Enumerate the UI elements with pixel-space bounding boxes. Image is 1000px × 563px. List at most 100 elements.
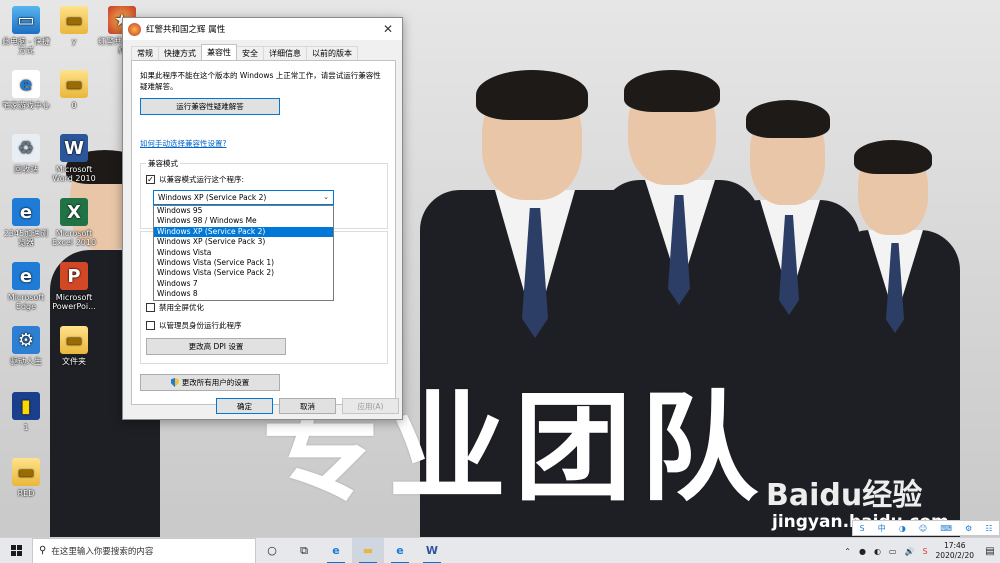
taskbar: ⚲ 在这里输入你要搜索的内容 ○ ⧉ e ▬ e W ⌃ ● ◐ ▭ 🔊 S 1… [0,537,1000,563]
input-method-icon[interactable]: S [922,547,927,556]
start-button[interactable] [0,538,32,563]
settings-icon[interactable]: ⚙ [965,524,972,533]
compat-option-vista-sp1[interactable]: Windows Vista (Service Pack 1) [154,258,333,268]
taskbar-app-file-explorer[interactable]: ▬ [352,537,384,563]
desktop-icon-folder-y[interactable]: ▬ y [49,6,99,46]
compat-option-xp-sp2[interactable]: Windows XP (Service Pack 2) [154,226,333,238]
disable-fullscreen-label: 禁用全屏优化 [159,303,204,312]
compat-option-vista[interactable]: Windows Vista [154,248,333,258]
desktop-icon-label: 驱动人生 [10,357,42,366]
browser-icon: e [12,198,40,226]
run-as-admin-checkbox[interactable]: 以管理员身份运行此程序 [146,320,242,331]
desktop-icon-label: y [71,37,77,46]
desktop-icon-label: 此电脑 - 快捷方式 [2,37,50,55]
clock[interactable]: 17:46 2020/2/20 [936,541,974,561]
input-method-toolbar: S 中 ◑ ☺ ⌨ ⚙ ☷ [852,520,1000,536]
task-view-icon[interactable]: ⧉ [288,538,320,563]
desktop-icon-this-pc[interactable]: ▭ 此电脑 - 快捷方式 [1,6,51,55]
change-all-users-label: 更改所有用户的设置 [181,378,250,387]
desktop-icon-red[interactable]: ▬ RED [1,458,51,498]
change-dpi-button[interactable]: 更改高 DPI 设置 [146,338,286,355]
desktop-icon-label: Microsoft Excel 2010 [51,229,97,247]
cortana-icon[interactable]: ○ [256,538,288,563]
tab-shortcut[interactable]: 快捷方式 [158,46,202,60]
compat-mode-select[interactable]: Windows XP (Service Pack 2) ⌄ [153,190,334,205]
taskbar-app-edge[interactable]: e [320,538,352,563]
desktop-icon-label: Microsoft Edge [7,293,45,311]
compat-mode-checkbox[interactable]: ✓ 以兼容模式运行这个程序: [146,174,244,185]
windows-logo-icon [10,545,22,556]
compat-option-win95[interactable]: Windows 95 [154,206,333,216]
desktop-icon-recycle-bin[interactable]: ♻ 回收站 [1,134,51,174]
desktop-icon-powerpoint[interactable]: P Microsoft PowerPoi... [49,262,99,311]
menu-icon[interactable]: ☷ [985,524,992,533]
uac-shield-icon [170,378,179,387]
apply-button[interactable]: 应用(A) [342,398,399,414]
gear-icon: ⚙ [12,326,40,354]
sync-icon[interactable]: ◐ [874,547,881,556]
chevron-down-icon: ⌄ [323,193,329,201]
desktop-icon-word[interactable]: W Microsoft Word 2010 [49,134,99,183]
close-button[interactable]: ✕ [374,18,402,40]
tab-general[interactable]: 常规 [131,46,159,60]
compat-option-win7[interactable]: Windows 7 [154,279,333,289]
compat-mode-selected: Windows XP (Service Pack 2) [158,193,267,202]
tab-previous-versions[interactable]: 以前的版本 [306,46,358,60]
ime-icon[interactable]: S [860,524,865,533]
dialog-titlebar[interactable]: 红警共和国之辉 属性 ✕ [123,18,402,40]
recycle-bin-icon: ♻ [12,134,40,162]
desktop-icon-folder[interactable]: ▬ 文件夹 [49,326,99,366]
qq-icon[interactable]: ● [859,547,866,556]
cancel-button[interactable]: 取消 [279,398,336,414]
desktop-icon-driver-life[interactable]: ⚙ 驱动人生 [1,326,51,366]
compatibility-panel: 如果此程序不能在这个版本的 Windows 上正常工作，请尝试运行兼容性疑难解答… [131,60,396,405]
desktop-icon-book-1[interactable]: ▮ 1 [1,392,51,432]
compat-option-win98-me[interactable]: Windows 98 / Windows Me [154,216,333,226]
compat-mode-label: 兼容模式 [146,158,180,169]
manual-settings-link[interactable]: 如何手动选择兼容性设置? [140,138,226,149]
desktop-icon-label: 0 [71,101,77,110]
clock-date: 2020/2/20 [935,551,974,560]
compat-option-vista-sp2[interactable]: Windows Vista (Service Pack 2) [154,268,333,278]
computer-icon: ▭ [12,6,40,34]
desktop-icon-game-center[interactable]: e 宅家游戏中心 [1,70,51,110]
taskbar-app-word[interactable]: W [416,538,448,563]
desktop-icon-label: 回收站 [14,165,38,174]
keyboard-icon[interactable]: ⌨ [940,524,952,533]
game-icon [128,22,141,36]
tab-details[interactable]: 详细信息 [263,46,307,60]
punctuation-icon[interactable]: ◑ [899,524,906,533]
dialog-title: 红警共和国之辉 属性 [146,25,226,35]
disable-fullscreen-checkbox[interactable]: 禁用全屏优化 [146,302,204,313]
network-icon[interactable]: ▭ [889,547,897,556]
change-all-users-button[interactable]: 更改所有用户的设置 [140,374,280,391]
tab-security[interactable]: 安全 [236,46,264,60]
excel-icon: X [60,198,88,226]
ok-button[interactable]: 确定 [216,398,273,414]
desktop-icon-edge[interactable]: e Microsoft Edge [1,262,51,311]
desktop-icon-label: Microsoft Word 2010 [52,165,96,183]
emoji-icon[interactable]: ☺ [919,524,927,533]
desktop-icon-label: RED [17,489,35,498]
tab-compatibility[interactable]: 兼容性 [201,44,237,60]
word-icon: W [60,134,88,162]
desktop-icon-label: 2345加速浏览器 [3,229,49,247]
properties-dialog: 红警共和国之辉 属性 ✕ 常规 快捷方式 兼容性 安全 详细信息 以前的版本 如… [122,17,403,420]
volume-icon[interactable]: 🔊 [904,547,914,556]
show-hidden-icons-icon[interactable]: ⌃ [844,547,851,556]
run-troubleshooter-button[interactable]: 运行兼容性疑难解答 [140,98,280,115]
taskbar-search[interactable]: ⚲ 在这里输入你要搜索的内容 [32,537,256,563]
search-icon: ⚲ [39,545,47,556]
language-icon[interactable]: 中 [878,523,886,534]
desktop-icon-folder-0[interactable]: ▬ 0 [49,70,99,110]
compat-option-xp-sp3[interactable]: Windows XP (Service Pack 3) [154,237,333,247]
search-placeholder: 在这里输入你要搜索的内容 [51,546,154,557]
desktop-icon-label: 1 [23,423,29,432]
desktop-icon-2345-browser[interactable]: e 2345加速浏览器 [1,198,51,247]
compat-option-win8[interactable]: Windows 8 [154,289,333,299]
taskbar-app-browser[interactable]: e [384,538,416,563]
notification-center-icon[interactable]: ▤ [980,538,1000,563]
desktop-icon-excel[interactable]: X Microsoft Excel 2010 [49,198,99,247]
run-as-admin-label: 以管理员身份运行此程序 [159,321,242,330]
desktop-icon-label: 宅家游戏中心 [2,101,50,110]
